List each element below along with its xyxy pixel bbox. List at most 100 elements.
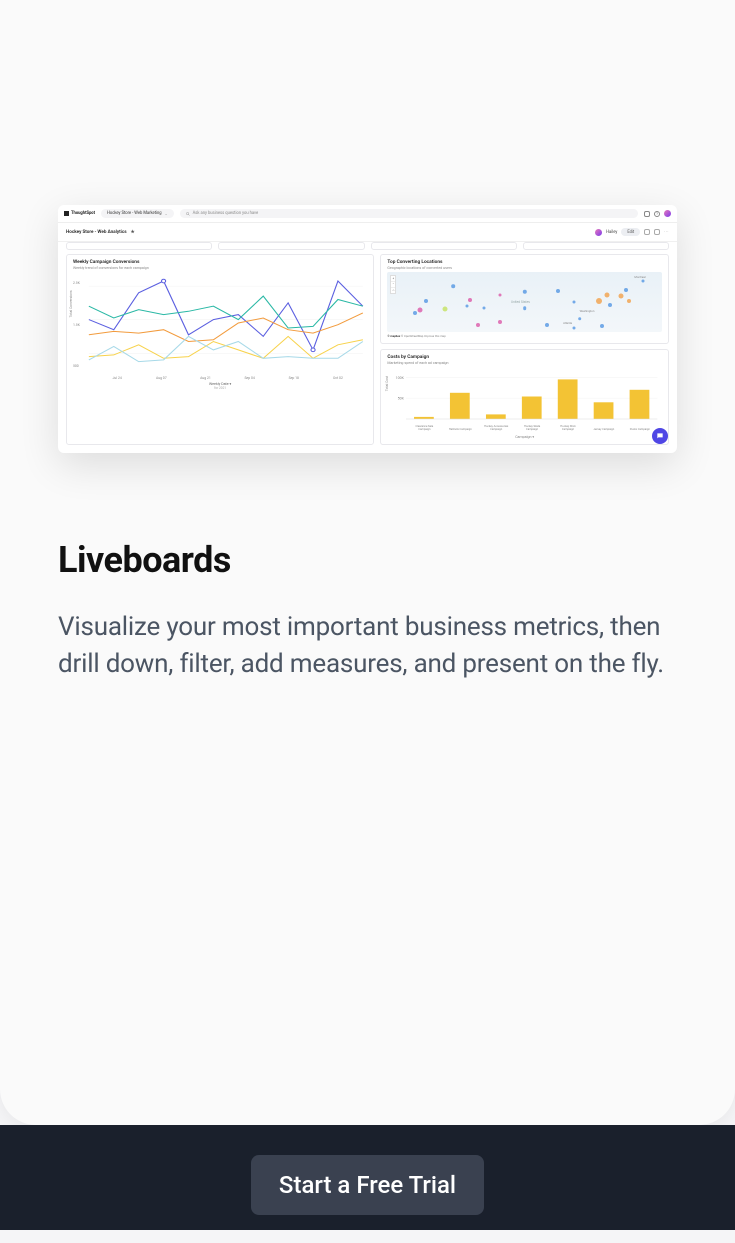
map-dot xyxy=(498,320,502,324)
map-dot xyxy=(522,290,526,294)
x-tick: Jersey Campaign xyxy=(591,428,617,431)
x-tick: Helmets Campaign xyxy=(447,428,473,431)
chat-icon xyxy=(656,432,664,440)
map-label: United States xyxy=(511,300,530,304)
workspace-pill[interactable]: Hockey Store - Web Marketing⌄ xyxy=(101,209,174,218)
panels: Weekly Campaign Conversions Weekly trend… xyxy=(58,254,677,453)
map-dot xyxy=(452,285,456,289)
download-icon[interactable] xyxy=(654,229,660,235)
map-dot xyxy=(624,288,628,292)
map-dot xyxy=(468,298,472,302)
map-dot xyxy=(413,311,417,315)
x-tick: Aug 21 xyxy=(200,376,211,380)
owner-name: Hailey xyxy=(606,230,617,235)
map-dot xyxy=(424,299,428,303)
map-dot xyxy=(443,307,448,312)
help-icon[interactable]: ? xyxy=(654,211,660,217)
x-tick: Sep 18 xyxy=(289,376,299,380)
map-dot xyxy=(573,326,576,329)
x-axis-sublabel: for 2021 xyxy=(214,386,226,390)
map-dot xyxy=(476,323,480,327)
map-chart[interactable]: +−⌂ Montreal United States Washington At… xyxy=(387,272,662,332)
app-screenshot: ThoughtSpot Hockey Store - Web Marketing… xyxy=(58,205,677,453)
user-avatar[interactable] xyxy=(664,210,671,217)
x-axis-label: Campaign ▾ xyxy=(515,435,534,439)
more-icon[interactable]: ··· xyxy=(664,230,669,235)
map-dot xyxy=(596,298,602,304)
y-tick: 1.5K xyxy=(73,323,80,327)
footer-bar: Start a Free Trial xyxy=(0,1125,735,1230)
start-free-trial-button[interactable]: Start a Free Trial xyxy=(251,1155,484,1215)
chart-title: Weekly Campaign Conversions xyxy=(73,260,367,265)
chart-title: Top Converting Locations xyxy=(387,260,662,265)
search-icon xyxy=(186,212,190,216)
share-icon[interactable] xyxy=(644,229,650,235)
x-tick: Clearance Sale Campaign xyxy=(411,425,437,431)
map-dot xyxy=(498,294,501,297)
logo-icon xyxy=(64,211,69,216)
page-subheader: Hockey Store - Web Analytics ★ Hailey Ed… xyxy=(58,223,677,242)
map-dot xyxy=(605,292,610,297)
stat-card[interactable] xyxy=(371,242,517,250)
map-dot xyxy=(608,303,612,307)
chart-subtitle: Weekly trend of conversions for each cam… xyxy=(73,266,367,270)
feature-text: Liveboards Visualize your most important… xyxy=(0,453,735,683)
y-axis-label: Total Cost xyxy=(385,376,389,391)
chart-title: Costs by Campaign xyxy=(387,355,662,360)
app-topbar: ThoughtSpot Hockey Store - Web Marketing… xyxy=(58,205,677,223)
map-zoom-control[interactable]: +−⌂ xyxy=(390,275,396,294)
map-label: Atlanta xyxy=(563,321,572,325)
line-chart-svg xyxy=(73,272,367,390)
map-dot xyxy=(418,307,423,312)
bar-chart-panel: Costs by Campaign Marketing spend of eac… xyxy=(380,349,669,445)
map-panel: Top Converting Locations Geographic loca… xyxy=(380,254,669,344)
search-input[interactable]: Ask any business question you have xyxy=(180,209,638,218)
map-dot xyxy=(573,301,576,304)
map-dot xyxy=(641,280,644,283)
x-tick: Sep 04 xyxy=(244,376,254,380)
zoom-reset-icon[interactable]: ⌂ xyxy=(391,288,395,293)
x-tick: Hockey Stick Campaign xyxy=(555,425,581,431)
x-tick: Aug 07 xyxy=(156,376,167,380)
stat-card[interactable] xyxy=(66,242,212,250)
brand-name: ThoughtSpot xyxy=(71,211,95,216)
stat-card[interactable] xyxy=(523,242,669,250)
chat-fab[interactable] xyxy=(652,428,668,444)
map-dot xyxy=(482,307,485,310)
map-label: Montreal xyxy=(634,275,645,279)
line-chart-panel: Weekly Campaign Conversions Weekly trend… xyxy=(66,254,374,445)
chevron-down-icon: ⌄ xyxy=(165,212,168,216)
stat-card-row xyxy=(58,242,677,254)
svg-text:50K: 50K xyxy=(398,397,405,401)
x-tick: Hockey Skate Campaign xyxy=(519,425,545,431)
workspace-name: Hockey Store - Web Marketing xyxy=(107,211,162,216)
map-dot xyxy=(523,306,527,310)
y-tick: 500 xyxy=(73,364,79,368)
svg-text:100K: 100K xyxy=(396,376,405,380)
x-tick: Oct 02 xyxy=(333,376,343,380)
y-tick: 2.5K xyxy=(73,281,80,285)
bar-chart[interactable]: Total Cost 100K 50K Clearance Sale Campai… xyxy=(387,367,662,439)
chart-subtitle: Geographic locations of converted users xyxy=(387,266,662,270)
section-heading: Liveboards xyxy=(58,539,677,581)
x-tick: Hockey Accessories Campaign xyxy=(483,425,509,431)
line-chart[interactable]: Total Conversions 2.5K 1.5K 500 Jul 24 A… xyxy=(73,272,367,390)
star-icon[interactable]: ★ xyxy=(131,230,135,235)
owner-avatar[interactable] xyxy=(595,229,602,236)
page-title: Hockey Store - Web Analytics xyxy=(66,230,127,235)
map-attribution: © mapbox © OpenStreetMap Improve this ma… xyxy=(387,334,662,338)
map-label: Washington xyxy=(580,309,595,313)
y-axis-label: Total Conversions xyxy=(69,290,73,317)
stat-card[interactable] xyxy=(218,242,364,250)
map-dot xyxy=(600,324,604,328)
map-dot xyxy=(618,294,623,299)
map-dot xyxy=(466,304,469,307)
map-dot xyxy=(545,323,549,327)
feature-card: ThoughtSpot Hockey Store - Web Marketing… xyxy=(0,0,735,1125)
brand-logo: ThoughtSpot xyxy=(64,211,95,216)
section-body: Visualize your most important business m… xyxy=(58,609,677,683)
edit-button[interactable]: Edit xyxy=(621,228,640,236)
grid-icon[interactable] xyxy=(644,211,650,217)
search-placeholder: Ask any business question you have xyxy=(193,211,259,216)
map-dot xyxy=(556,289,560,293)
